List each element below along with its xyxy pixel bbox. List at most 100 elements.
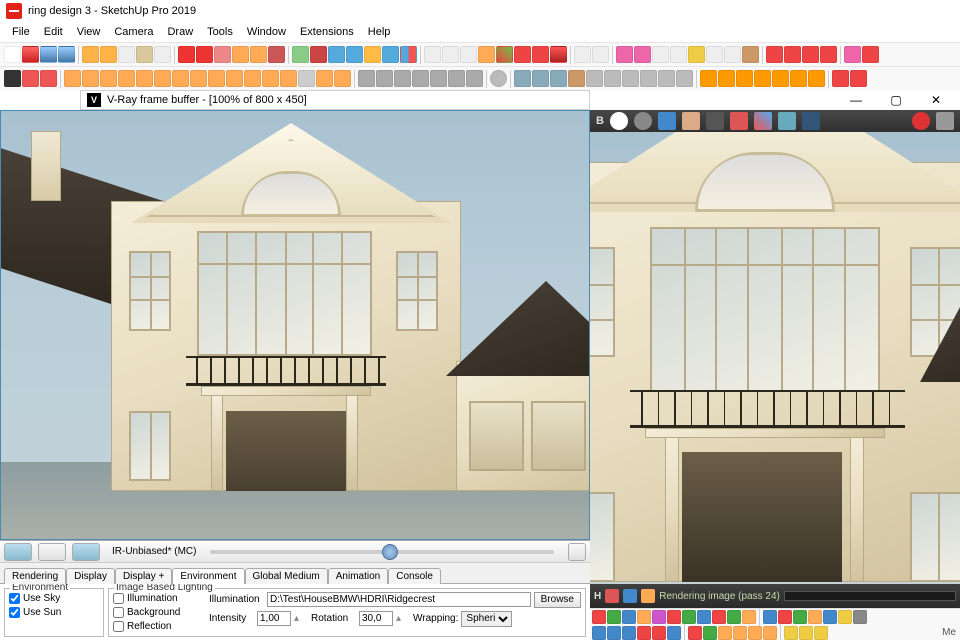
tool-icon[interactable]	[328, 46, 345, 63]
tool-icon[interactable]	[118, 46, 135, 63]
menu-tools[interactable]: Tools	[201, 24, 239, 40]
menu-file[interactable]: File	[6, 24, 36, 40]
tool-icon[interactable]	[208, 70, 225, 87]
tool-icon[interactable]	[136, 46, 153, 63]
use-sun-input[interactable]	[9, 607, 20, 618]
menu-extensions[interactable]: Extensions	[294, 24, 360, 40]
tool-icon[interactable]	[667, 626, 681, 640]
tool-icon[interactable]	[706, 46, 723, 63]
tab-global-medium[interactable]: Global Medium	[245, 568, 328, 584]
tool-icon[interactable]	[754, 70, 771, 87]
menu-view[interactable]: View	[71, 24, 107, 40]
tool-icon[interactable]	[586, 70, 603, 87]
spinner-icon[interactable]: ▴	[294, 613, 302, 624]
undo-icon[interactable]	[40, 46, 57, 63]
tool-icon[interactable]	[226, 70, 243, 87]
clear-icon[interactable]	[730, 112, 748, 130]
tool-icon[interactable]	[853, 610, 867, 624]
tool-icon[interactable]	[574, 46, 591, 63]
tool-icon[interactable]	[136, 70, 153, 87]
render-progress-slider[interactable]	[210, 550, 554, 554]
menu-camera[interactable]: Camera	[108, 24, 159, 40]
tool-icon[interactable]	[316, 70, 333, 87]
ibl-illumination-checkbox[interactable]: Illumination	[113, 591, 203, 605]
tool-icon[interactable]	[733, 626, 747, 640]
tool-icon[interactable]	[640, 70, 657, 87]
tool-icon[interactable]	[190, 70, 207, 87]
tool-icon[interactable]	[532, 70, 549, 87]
tool-icon[interactable]	[742, 46, 759, 63]
tool-icon[interactable]	[118, 70, 135, 87]
tool-icon[interactable]	[616, 46, 633, 63]
tool-icon[interactable]	[724, 46, 741, 63]
thea-viewport[interactable]	[1, 111, 589, 539]
tool-icon[interactable]	[496, 46, 513, 63]
tool-icon[interactable]	[154, 46, 171, 63]
tool-icon[interactable]	[358, 70, 375, 87]
use-sun-checkbox[interactable]: Use Sun	[9, 605, 99, 619]
tool-icon[interactable]	[100, 46, 117, 63]
ibl-background-checkbox[interactable]: Background	[113, 605, 203, 619]
minimize-button[interactable]: —	[836, 90, 876, 110]
tool-icon[interactable]	[250, 46, 267, 63]
tool-icon[interactable]	[706, 112, 724, 130]
tool-icon[interactable]	[64, 70, 81, 87]
render-preset-button[interactable]	[4, 543, 32, 561]
tool-icon[interactable]	[802, 46, 819, 63]
intensity-input[interactable]	[257, 611, 291, 626]
tool-icon[interactable]	[652, 610, 666, 624]
tool-icon[interactable]	[232, 46, 249, 63]
tool-icon[interactable]	[178, 46, 195, 63]
tool-icon[interactable]	[172, 70, 189, 87]
tool-icon[interactable]	[793, 610, 807, 624]
ibl-refl-input[interactable]	[113, 621, 124, 632]
tool-icon[interactable]	[292, 46, 309, 63]
tool-icon[interactable]	[448, 70, 465, 87]
tool-icon[interactable]	[667, 610, 681, 624]
tool-icon[interactable]	[838, 610, 852, 624]
tool-icon[interactable]	[850, 70, 867, 87]
tool-icon[interactable]	[364, 46, 381, 63]
zoom-icon[interactable]	[424, 46, 441, 63]
wrapping-select[interactable]: Spheri	[461, 611, 512, 627]
tool-icon[interactable]	[280, 70, 297, 87]
tool-icon[interactable]	[604, 70, 621, 87]
tool-icon[interactable]	[703, 626, 717, 640]
stop-icon[interactable]	[912, 112, 930, 130]
tool-icon[interactable]	[550, 46, 567, 63]
menu-help[interactable]: Help	[362, 24, 397, 40]
select-icon[interactable]	[4, 70, 21, 87]
tool-icon[interactable]	[244, 70, 261, 87]
tool-icon[interactable]	[637, 610, 651, 624]
spinner-icon[interactable]: ▴	[396, 613, 404, 624]
maximize-button[interactable]: ▢	[876, 90, 916, 110]
tool-icon[interactable]	[862, 46, 879, 63]
tool-icon[interactable]	[718, 70, 735, 87]
tool-icon[interactable]	[652, 626, 666, 640]
tool-icon[interactable]	[622, 610, 636, 624]
tool-icon[interactable]	[748, 626, 762, 640]
tool-icon[interactable]	[688, 626, 702, 640]
tool-icon[interactable]	[466, 70, 483, 87]
tool-icon[interactable]	[658, 70, 675, 87]
tool-icon[interactable]	[478, 46, 495, 63]
tool-icon[interactable]	[832, 70, 849, 87]
tool-icon[interactable]	[607, 610, 621, 624]
tool-icon[interactable]	[742, 610, 756, 624]
tool-icon[interactable]	[718, 626, 732, 640]
folder-icon[interactable]	[682, 112, 700, 130]
tool-icon[interactable]	[82, 46, 99, 63]
tool-icon[interactable]	[814, 626, 828, 640]
channel-icon[interactable]	[634, 112, 652, 130]
channel-h-label[interactable]: H	[594, 591, 601, 602]
tool-icon[interactable]	[4, 46, 21, 63]
menu-edit[interactable]: Edit	[38, 24, 69, 40]
tool-icon[interactable]	[568, 70, 585, 87]
framebuffer-title-bar[interactable]: V V-Ray frame buffer - [100% of 800 x 45…	[80, 90, 590, 110]
tool-icon[interactable]	[442, 46, 459, 63]
render-stop-button[interactable]	[38, 543, 66, 561]
tool-icon[interactable]	[823, 610, 837, 624]
tool-icon[interactable]	[592, 46, 609, 63]
vray-render-viewport[interactable]	[590, 132, 960, 584]
teapot-icon[interactable]	[778, 112, 796, 130]
